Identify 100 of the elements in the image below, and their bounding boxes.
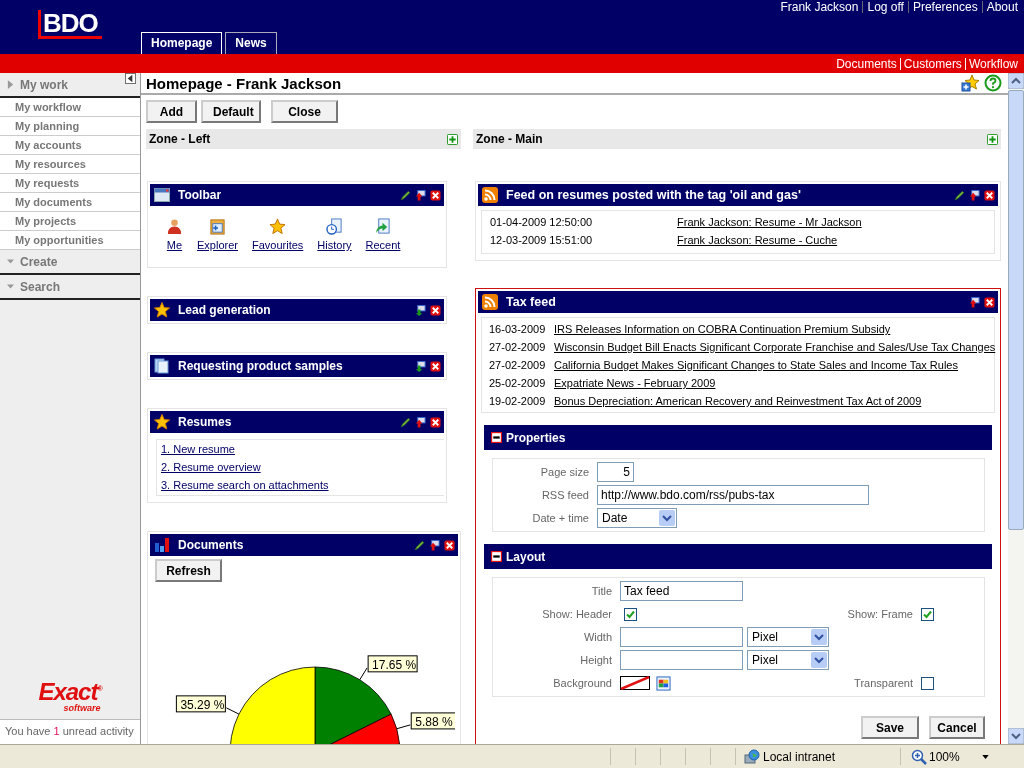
zoom-icon[interactable]	[911, 748, 927, 765]
header-link[interactable]: Frank Jackson	[780, 0, 859, 14]
panel-title: Lead generation	[178, 303, 272, 317]
document-arrow-icon[interactable]	[374, 218, 392, 235]
dropdown[interactable]: Date	[597, 508, 677, 528]
collapse-sidebar-icon[interactable]	[125, 73, 136, 84]
pencil-icon[interactable]	[954, 189, 965, 201]
page-button[interactable]: Close	[271, 100, 338, 123]
close-icon[interactable]	[984, 296, 995, 308]
header-link[interactable]: Log off	[867, 0, 904, 14]
feed-link[interactable]: California Budget Makes Significant Changes to State Sales and Income Tax Rules	[554, 359, 958, 371]
feed-link[interactable]: Frank Jackson: Resume - Cuche	[677, 234, 838, 246]
size-field[interactable]	[620, 650, 743, 670]
toolbar-link[interactable]: Explorer	[197, 239, 238, 251]
panel-title: Requesting product samples	[178, 359, 344, 373]
panel-title: Tax feed	[506, 295, 557, 309]
sidebar-section[interactable]: Create	[0, 250, 140, 275]
section-header[interactable]: Layout	[484, 544, 992, 569]
sidebar-item[interactable]: My workflow	[0, 98, 140, 117]
data-label: 35.29 %	[180, 697, 225, 712]
restore-icon[interactable]	[415, 360, 426, 372]
scroll-down-icon[interactable]	[1008, 728, 1024, 744]
collapse-icon[interactable]	[491, 432, 502, 443]
zoom-level[interactable]: 100%	[929, 749, 960, 764]
close-icon[interactable]	[444, 539, 455, 551]
folder-icon[interactable]	[209, 218, 226, 235]
quick-link[interactable]: Customers	[903, 56, 962, 71]
checkbox[interactable]	[921, 607, 934, 621]
resume-link[interactable]: 1. New resume	[161, 442, 235, 457]
page-button[interactable]: Add	[146, 100, 197, 123]
color-picker-icon[interactable]	[656, 675, 671, 691]
close-icon[interactable]	[430, 189, 441, 201]
pencil-icon[interactable]	[400, 189, 411, 201]
feed-link[interactable]: Wisconsin Budget Bill Enacts Significant Corporate Franchise and Sales/Use Tax Changes	[554, 341, 996, 353]
collapse-arrow-icon	[7, 282, 14, 291]
sidebar-section[interactable]: Search	[0, 275, 140, 300]
nav-tab[interactable]: Homepage	[141, 32, 223, 54]
checkbox[interactable]	[921, 676, 934, 690]
unit-dropdown[interactable]: Pixel	[747, 627, 829, 647]
caret-icon[interactable]	[981, 754, 989, 759]
sidebar-item[interactable]: My requests	[0, 174, 140, 193]
add-icon[interactable]	[447, 133, 458, 145]
add-icon[interactable]	[987, 133, 998, 145]
minimize-icon[interactable]	[969, 189, 980, 201]
minimize-icon[interactable]	[429, 539, 440, 551]
checkbox[interactable]	[624, 607, 637, 621]
resume-link[interactable]: 3. Resume search on attachments	[161, 478, 329, 493]
toolbar-link[interactable]: History	[317, 239, 352, 251]
toolbar-link[interactable]: Recent	[365, 239, 401, 251]
sidebar-item[interactable]: My opportunities	[0, 231, 140, 250]
minimize-icon[interactable]	[415, 416, 426, 428]
field-label: Show: Header	[541, 608, 612, 620]
person-icon[interactable]	[166, 218, 183, 235]
help-icon[interactable]	[984, 74, 1002, 92]
feed-link[interactable]: Bonus Depreciation: American Recovery and Reinvestment Tax Act of 2009	[554, 395, 922, 407]
collapse-icon[interactable]	[491, 551, 502, 562]
minimize-icon[interactable]	[415, 189, 426, 201]
scroll-up-icon[interactable]	[1008, 73, 1024, 89]
quick-link[interactable]: Documents	[836, 56, 897, 71]
sidebar-item[interactable]: My projects	[0, 212, 140, 231]
page-button[interactable]: Default	[201, 100, 261, 123]
add-favourite-icon[interactable]	[961, 74, 979, 92]
sidebar-item[interactable]: My accounts	[0, 136, 140, 155]
form-button[interactable]: Save	[861, 716, 919, 739]
page-size-field[interactable]: 5	[597, 462, 634, 482]
feed-link[interactable]: Frank Jackson: Resume - Mr Jackson	[677, 216, 862, 228]
form-button[interactable]: Cancel	[929, 716, 985, 739]
close-icon[interactable]	[430, 304, 441, 316]
sidebar-item[interactable]: My resources	[0, 155, 140, 174]
feed-link[interactable]: IRS Releases Information on COBRA Continuation Premium Subsidy	[554, 323, 891, 335]
clock-document-icon[interactable]	[325, 218, 343, 235]
toolbar-link[interactable]: Me	[166, 239, 183, 251]
close-icon[interactable]	[430, 360, 441, 372]
page-title: Homepage - Frank Jackson	[146, 74, 343, 92]
scrollbar[interactable]	[1008, 73, 1024, 744]
section-header[interactable]: Properties	[484, 425, 992, 450]
minimize-icon[interactable]	[969, 296, 980, 308]
quick-link[interactable]: Workflow	[968, 56, 1018, 71]
header-link[interactable]: Preferences	[912, 0, 978, 14]
data-label: 17.65 %	[372, 657, 417, 672]
unit-dropdown[interactable]: Pixel	[747, 650, 829, 670]
sidebar-item[interactable]: My planning	[0, 117, 140, 136]
header-link[interactable]: About	[986, 0, 1018, 14]
refresh-button[interactable]: Refresh	[155, 559, 222, 582]
pencil-icon[interactable]	[400, 416, 411, 428]
no-color-swatch[interactable]	[620, 676, 650, 690]
pie-label: 35.29 %	[175, 695, 226, 713]
feed-link[interactable]: Expatriate News - February 2009	[554, 377, 716, 389]
resume-link[interactable]: 2. Resume overview	[161, 460, 261, 475]
pencil-icon[interactable]	[414, 539, 425, 551]
restore-icon[interactable]	[415, 304, 426, 316]
close-icon[interactable]	[984, 189, 995, 201]
sidebar-item[interactable]: My documents	[0, 193, 140, 212]
close-icon[interactable]	[430, 416, 441, 428]
text-field[interactable]: http://www.bdo.com/rss/pubs-tax	[597, 485, 869, 505]
text-field[interactable]: Tax feed	[620, 581, 743, 601]
star-icon[interactable]	[269, 218, 287, 235]
size-field[interactable]	[620, 627, 743, 647]
toolbar-link[interactable]: Favourites	[251, 239, 304, 251]
unread-notice[interactable]: You have 1 unread activity	[0, 719, 140, 744]
